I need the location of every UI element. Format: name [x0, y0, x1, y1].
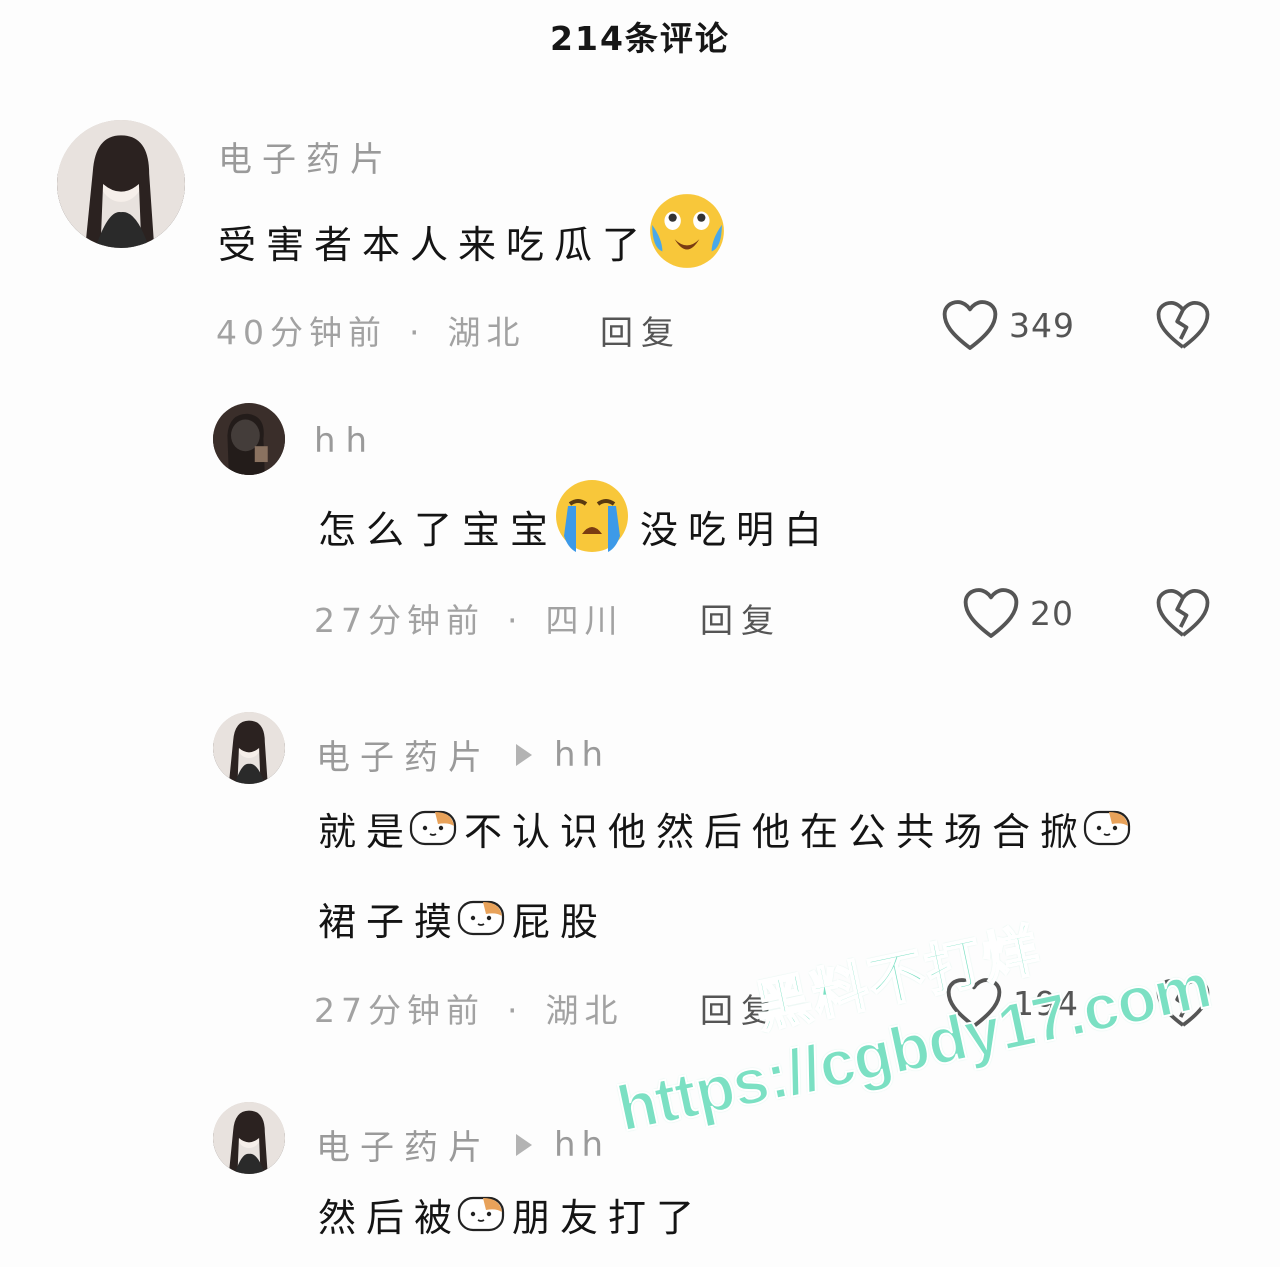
comment-text-part: 不认识他然后他在公共场合掀 [464, 810, 1089, 854]
heart-outline-icon [946, 978, 1002, 1028]
comment-meta: 27分钟前 · 四川 [314, 601, 624, 640]
comment-location: 湖北 [447, 313, 526, 352]
comment-text-part: 怎么了宝宝 [318, 508, 559, 552]
like-count: 20 [1030, 593, 1074, 633]
comment-time: 27分钟前 [314, 991, 485, 1030]
comment-text-body: 受害者本人来吃瓜了 [218, 223, 651, 267]
broken-heart-icon[interactable] [1155, 977, 1211, 1029]
comment-text: 怎么了宝宝 没吃明白 [318, 476, 832, 589]
comment-location: 湖北 [545, 991, 624, 1030]
avatar[interactable] [213, 1102, 285, 1174]
comment-author[interactable]: hh [314, 421, 377, 461]
comment-text-part: 裙子摸 [318, 900, 463, 944]
triangle-right-icon [516, 1133, 532, 1156]
comment-text: 受害者本人来吃瓜了 [218, 190, 728, 305]
like-button[interactable]: 349 [941, 298, 1075, 352]
comment-author[interactable]: 电子药片 [218, 132, 394, 181]
comment-meta: 40分钟前 · 湖北 [216, 313, 526, 352]
like-count: 194 [1013, 983, 1079, 1023]
comment-author-line: 电子药片 hh [316, 730, 609, 779]
triangle-right-icon [516, 743, 532, 766]
comment-text-part: 朋友打了 [512, 1196, 705, 1240]
comment-time: 40分钟前 [216, 313, 387, 352]
comment-author[interactable]: 电子药片 [316, 730, 492, 779]
reply-target[interactable]: hh [554, 735, 609, 775]
reply-button[interactable]: 回复 [700, 594, 782, 642]
comment-text-part: 没吃明白 [640, 508, 833, 552]
comment-author-line: 电子药片 hh [316, 1120, 609, 1169]
comment-meta: 27分钟前 · 湖北 [314, 991, 624, 1030]
crying-emoji-icon [552, 476, 632, 589]
comment-count-title: 214条评论 [550, 19, 730, 58]
watermark-line-2: https://cgbdy17.com [610, 948, 1217, 1146]
laugh-cry-emoji-icon [646, 190, 728, 305]
comment-text-line: 然后被 朋友打了 [318, 1172, 704, 1267]
reply-button[interactable]: 回复 [700, 984, 782, 1032]
reply-button[interactable]: 回复 [600, 306, 682, 354]
avatar[interactable] [57, 120, 185, 248]
broken-heart-icon[interactable] [1155, 587, 1211, 639]
like-button[interactable]: 20 [962, 586, 1074, 640]
reply-target[interactable]: hh [554, 1125, 609, 1165]
avatar[interactable] [213, 403, 285, 475]
like-count: 349 [1009, 305, 1075, 345]
comment-text-line: 裙子摸 屁股 [318, 876, 608, 971]
dog-face-emoji-icon [408, 789, 458, 881]
broken-heart-icon[interactable] [1155, 299, 1211, 351]
comment-text-line: 就是 不认识他然后他在公共场合掀 [318, 786, 1132, 881]
dog-face-emoji-icon [456, 879, 506, 971]
heart-outline-icon [942, 300, 998, 350]
comment-location: 四川 [545, 601, 624, 640]
avatar[interactable] [213, 712, 285, 784]
comment-text-part: 然后被 [318, 1196, 463, 1240]
like-button[interactable]: 194 [945, 976, 1079, 1030]
comment-author[interactable]: 电子药片 [316, 1120, 492, 1169]
comment-text-part: 就是 [318, 810, 415, 854]
dog-face-emoji-icon [1082, 789, 1132, 881]
heart-outline-icon [963, 588, 1019, 638]
dog-face-emoji-icon [456, 1175, 506, 1267]
comment-time: 27分钟前 [314, 601, 485, 640]
comment-text-part: 屁股 [512, 900, 609, 944]
